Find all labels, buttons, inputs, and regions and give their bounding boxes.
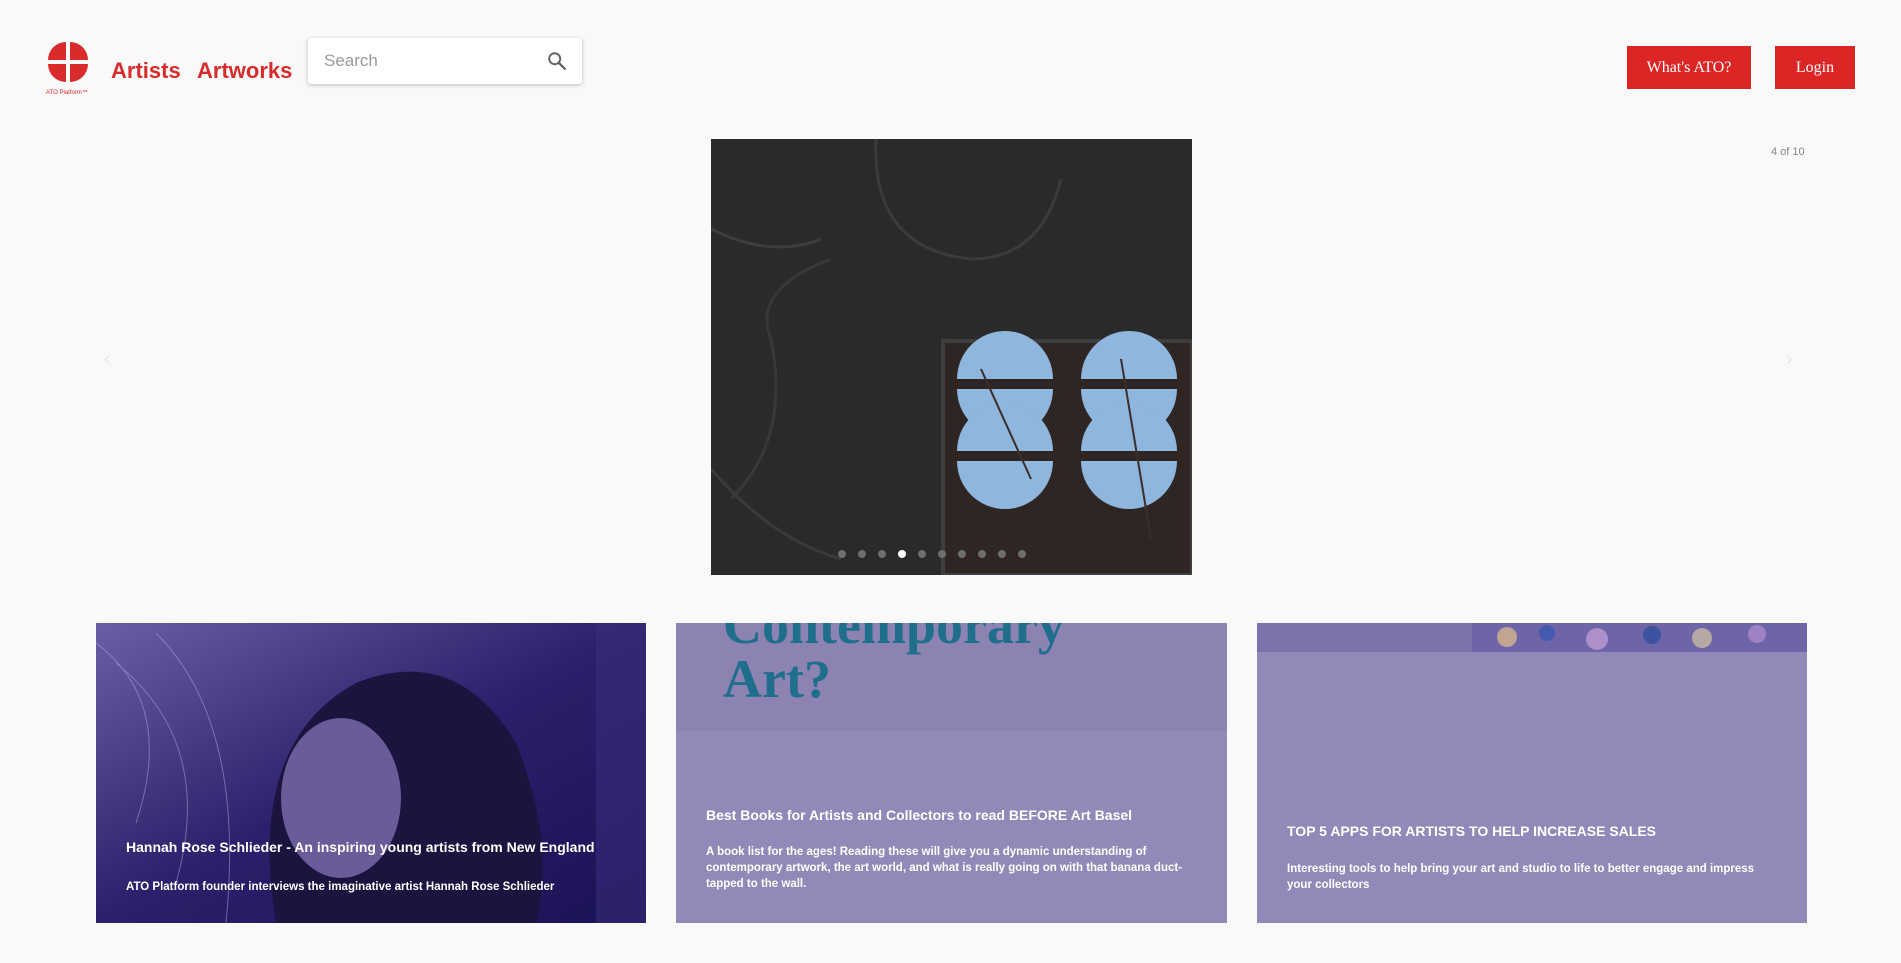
article-card-description: Interesting tools to help bring your art… [1287, 863, 1755, 891]
search-box [308, 38, 582, 84]
carousel-next-arrow[interactable]: › [1786, 348, 1793, 371]
article-card-description: A book list for the ages! Reading these … [706, 846, 1183, 890]
article-card-image [1257, 623, 1807, 652]
carousel-dot-active[interactable] [898, 550, 906, 558]
carousel-counter: 4 of 10 [1771, 146, 1805, 158]
carousel-artwork-image [711, 139, 1192, 575]
carousel-dot[interactable] [1018, 550, 1026, 558]
nav-artists-link[interactable]: Artists [111, 58, 181, 84]
carousel-dot[interactable] [918, 550, 926, 558]
carousel-dot[interactable] [978, 550, 986, 558]
article-card-hannah-rose[interactable]: Hannah Rose Schlieder - An inspiring you… [96, 623, 646, 923]
logo-caption: ATO Platform™ [46, 90, 88, 96]
article-card-best-books[interactable]: Contemporary Art? Best Books for Artists… [676, 623, 1227, 923]
article-card-description: ATO Platform founder interviews the imag… [126, 881, 555, 893]
whats-ato-button[interactable]: What's ATO? [1627, 46, 1751, 89]
carousel-dot[interactable] [858, 550, 866, 558]
article-card-title: Best Books for Artists and Collectors to… [706, 807, 1133, 823]
search-input[interactable] [322, 46, 536, 76]
carousel-dot[interactable] [998, 550, 1006, 558]
carousel-dot[interactable] [958, 550, 966, 558]
article-card-top-5-apps[interactable]: TOP 5 APPS FOR ARTISTS TO HELP INCREASE … [1257, 623, 1807, 923]
article-card-title: TOP 5 APPS FOR ARTISTS TO HELP INCREASE … [1287, 823, 1656, 839]
carousel-dot[interactable] [878, 550, 886, 558]
article-card-image: Contemporary Art? [676, 623, 1227, 731]
carousel-pagination [838, 550, 1026, 558]
carousel-dot[interactable] [938, 550, 946, 558]
search-icon[interactable] [546, 50, 568, 72]
carousel-prev-arrow[interactable]: ‹ [104, 348, 111, 371]
ato-logo[interactable]: ATO Platform™ [46, 40, 96, 100]
nav-artworks-link[interactable]: Artworks [197, 58, 292, 84]
login-button[interactable]: Login [1775, 46, 1855, 89]
article-card-title: Hannah Rose Schlieder - An inspiring you… [126, 839, 595, 855]
article-card-image-text: Art? [723, 649, 831, 709]
logo-mark-icon [48, 42, 88, 82]
article-card-image [96, 623, 646, 923]
carousel-dot[interactable] [838, 550, 846, 558]
